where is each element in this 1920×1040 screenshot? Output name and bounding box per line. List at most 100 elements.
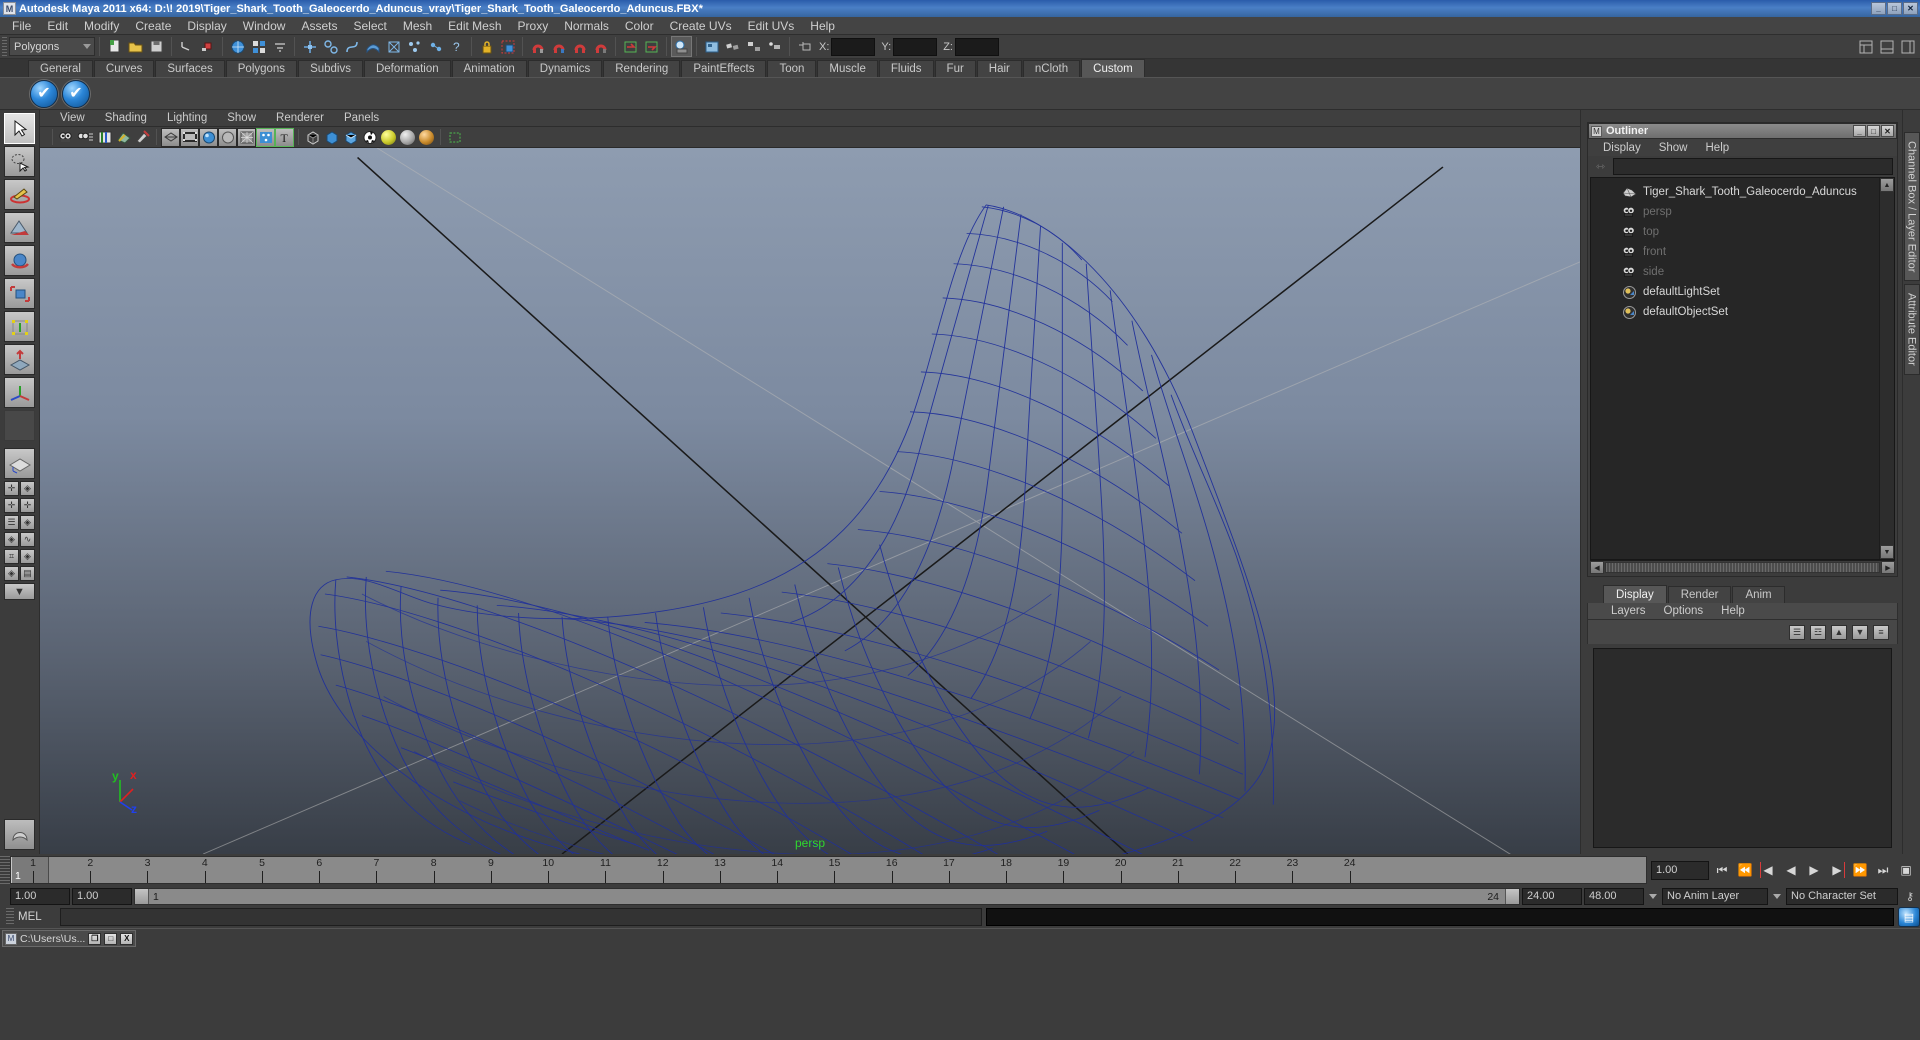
show-manipulator-icon[interactable] — [794, 36, 815, 57]
render-current-frame-icon[interactable] — [671, 36, 692, 57]
go-to-end-button[interactable]: ⏭ — [1873, 860, 1893, 880]
current-frame-field[interactable]: 1.00 — [1651, 860, 1709, 880]
outliner-item[interactable]: defaultObjectSet — [1591, 302, 1879, 322]
open-scene-icon[interactable] — [125, 36, 146, 57]
two-pane-stacked-layout[interactable]: ✛ — [20, 498, 35, 513]
shelf-tab-painteffects[interactable]: PaintEffects — [681, 60, 767, 77]
expand-collapse-icon[interactable]: ⇿ — [1592, 159, 1609, 175]
universal-manipulator-tool[interactable] — [4, 311, 35, 342]
hypershade-icon[interactable] — [743, 36, 764, 57]
outliner-search-input[interactable] — [1613, 158, 1893, 175]
menu-select[interactable]: Select — [345, 18, 394, 34]
outliner-maximize-button[interactable]: □ — [1867, 125, 1880, 137]
statusline-grip[interactable] — [2, 37, 7, 56]
maximize-button[interactable]: □ — [104, 932, 118, 945]
scroll-thumb[interactable] — [1605, 562, 1880, 573]
expand-layouts-button[interactable]: ▼ — [4, 583, 35, 600]
outliner-menu-help[interactable]: Help — [1697, 142, 1739, 154]
redo-icon[interactable] — [197, 36, 218, 57]
make-live-icon[interactable] — [620, 36, 641, 57]
shelf-tab-muscle[interactable]: Muscle — [817, 60, 878, 77]
menu-assets[interactable]: Assets — [293, 18, 345, 34]
shelf-tab-subdivs[interactable]: Subdivs — [298, 60, 363, 77]
play-backwards-button[interactable]: ◀ — [1781, 860, 1801, 880]
animation-end-field[interactable]: 24.00 — [1522, 887, 1582, 905]
four-view-layout[interactable]: ✛ — [4, 481, 19, 496]
render-settings-icon[interactable] — [722, 36, 743, 57]
outliner-item[interactable]: side — [1591, 262, 1879, 282]
menu-create[interactable]: Create — [127, 18, 179, 34]
layer-menu-help[interactable]: Help — [1712, 605, 1754, 617]
lasso-select-tool[interactable] — [4, 146, 35, 177]
two-pane-side-layout[interactable]: ✛ — [4, 498, 19, 513]
viewport-menu-renderer[interactable]: Renderer — [266, 112, 334, 124]
range-slider[interactable]: 1 24 — [134, 887, 1520, 905]
scene-lights-icon[interactable] — [419, 129, 434, 145]
highlight-selection-icon[interactable] — [497, 36, 518, 57]
outliner-item[interactable]: front — [1591, 242, 1879, 262]
scale-tool[interactable] — [4, 278, 35, 309]
maximize-button[interactable]: □ — [1887, 2, 1902, 15]
outliner-menu-show[interactable]: Show — [1650, 142, 1697, 154]
outliner-item[interactable]: top — [1591, 222, 1879, 242]
text-icon[interactable]: T — [275, 127, 294, 147]
range-in-handle[interactable] — [135, 888, 149, 904]
hypershade-layout[interactable]: ◈ — [20, 549, 35, 564]
scroll-down-button[interactable]: ▼ — [1880, 545, 1894, 559]
layer-tab-render[interactable]: Render — [1667, 586, 1732, 603]
character-set-combo[interactable]: No Character Set — [1786, 887, 1898, 905]
snap-point-icon[interactable] — [569, 36, 590, 57]
anim-layer-combo[interactable]: No Anim Layer — [1662, 887, 1768, 905]
wireframe-on-shaded-icon[interactable] — [237, 127, 256, 147]
book-icon[interactable] — [95, 128, 114, 147]
time-slider[interactable]: 1 1 2 3 4 5 6 7 8 9 10 11 12 13 14 15 16 17 18 19 20 21 22 23 2… — [10, 856, 1647, 884]
layer-menu-layers[interactable]: Layers — [1602, 605, 1655, 617]
ipr-render-icon[interactable] — [701, 36, 722, 57]
blue-check-icon-2[interactable]: ✔ — [62, 79, 90, 108]
smooth-shade-icon[interactable] — [199, 127, 218, 147]
shelf-tab-toon[interactable]: Toon — [767, 60, 817, 77]
render-view-layout[interactable]: ▤ — [20, 566, 35, 581]
shelf-tab-custom[interactable]: Custom — [1081, 59, 1145, 77]
y-axis-field[interactable] — [893, 37, 938, 56]
shelf-tab-fur[interactable]: Fur — [934, 60, 976, 77]
snap-view-plane-icon[interactable] — [590, 36, 611, 57]
chevron-down-icon[interactable] — [1649, 893, 1657, 899]
move-layer-down-icon[interactable]: ▼ — [1852, 624, 1868, 640]
menu-help[interactable]: Help — [802, 18, 843, 34]
blue-check-icon-1[interactable]: ✔ — [30, 79, 58, 108]
scroll-up-button[interactable]: ▲ — [1880, 178, 1894, 192]
show-manipulator-tool[interactable] — [4, 377, 35, 408]
flat-shade-icon[interactable] — [218, 127, 237, 147]
move-layer-up-icon[interactable]: ▲ — [1831, 624, 1847, 640]
new-layer-from-selected-icon[interactable]: ☲ — [1810, 624, 1826, 640]
animation-start-field[interactable]: 1.00 — [72, 887, 132, 905]
menu-edit[interactable]: Edit — [39, 18, 76, 34]
play-forwards-button[interactable]: ▶ — [1804, 860, 1824, 880]
outliner-tree-body[interactable]: Tiger_Shark_Tooth_Galeocerdo_Aduncus pers… — [1590, 177, 1895, 560]
layer-menu-options[interactable]: Options — [1655, 605, 1713, 617]
menu-mesh[interactable]: Mesh — [395, 18, 440, 34]
viewport-menu-shading[interactable]: Shading — [95, 112, 157, 124]
select-camera-icon[interactable] — [57, 128, 76, 147]
select-by-object-icon[interactable] — [248, 36, 269, 57]
step-back-keyframe-button[interactable]: ⏪ — [1735, 860, 1755, 880]
menu-edit-uvs[interactable]: Edit UVs — [740, 18, 803, 34]
snap-grid-icon[interactable] — [527, 36, 548, 57]
shelf-tab-polygons[interactable]: Polygons — [225, 60, 298, 77]
range-out-handle[interactable] — [1505, 888, 1519, 904]
close-button[interactable]: ✕ — [1903, 2, 1918, 15]
snap-curve-icon[interactable] — [548, 36, 569, 57]
side-tab-channel-box-layer-editor[interactable]: Channel Box / Layer Editor — [1903, 132, 1920, 282]
iso-select-icon[interactable] — [445, 128, 464, 147]
paint-icon[interactable] — [133, 128, 152, 147]
curve-icon[interactable] — [341, 36, 362, 57]
lock-selection-icon[interactable] — [476, 36, 497, 57]
range-start-field[interactable]: 1.00 — [10, 887, 70, 905]
viewport-menu-view[interactable]: View — [50, 112, 95, 124]
checker-icon[interactable] — [360, 128, 379, 147]
shelf-tab-rendering[interactable]: Rendering — [603, 60, 681, 77]
x-axis-field[interactable] — [831, 37, 876, 56]
layer-tab-display[interactable]: Display — [1603, 585, 1667, 603]
rotate-tool[interactable] — [4, 245, 35, 276]
